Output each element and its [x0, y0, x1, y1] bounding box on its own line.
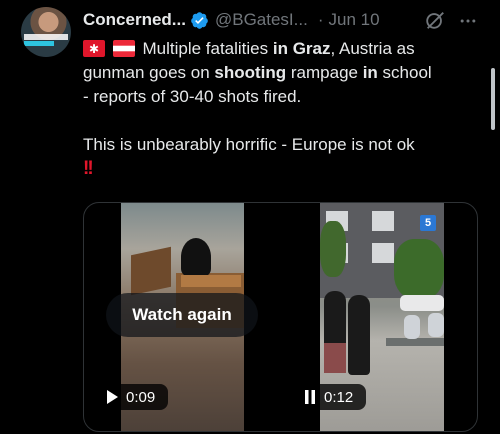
- watch-again-button[interactable]: Watch again: [106, 293, 258, 337]
- grok-icon[interactable]: [424, 9, 446, 31]
- text-line: gunman goes on shooting rampage in schoo…: [83, 61, 483, 85]
- video1-play-control[interactable]: 0:09: [98, 384, 168, 410]
- bold-text-segment[interactable]: in: [363, 63, 378, 82]
- text-segment: rampage: [286, 63, 363, 82]
- video2-pause-control[interactable]: 0:12: [296, 384, 366, 410]
- channel-badge: 5: [420, 215, 436, 231]
- media-container[interactable]: 5 Watch again 0:09 0:12: [83, 202, 478, 432]
- post-date[interactable]: Jun 10: [329, 10, 380, 30]
- double-exclamation-emoji: !!: [83, 158, 94, 179]
- austria-flag-icon: [112, 40, 135, 57]
- separator-dot: ·: [317, 10, 324, 29]
- bold-text-segment[interactable]: in Graz: [273, 39, 331, 58]
- tweet-header: Concerned... @BGatesI... · Jun 10: [83, 9, 380, 31]
- text-segment: - reports of 30-40 shots fired.: [83, 87, 302, 106]
- svg-text:✱: ✱: [89, 42, 99, 56]
- text-segment: , Austria as: [330, 39, 415, 58]
- text-line: - reports of 30-40 shots fired.: [83, 85, 483, 109]
- avatar[interactable]: [21, 7, 71, 57]
- display-name[interactable]: Concerned...: [83, 10, 186, 30]
- video1-time: 0:09: [126, 388, 156, 406]
- handle[interactable]: @BGatesI...: [215, 10, 308, 30]
- tweet-text: ✱ Multiple fatalities in Graz, Austria a…: [83, 37, 483, 181]
- text-line: ✱ Multiple fatalities in Graz, Austria a…: [83, 37, 483, 61]
- play-icon: [107, 390, 118, 404]
- pause-icon: [305, 390, 315, 404]
- text-segment: school: [377, 63, 432, 82]
- scrollbar[interactable]: [491, 68, 495, 130]
- verified-badge-icon: [191, 11, 208, 29]
- bold-text-segment[interactable]: shooting: [214, 63, 286, 82]
- text-segment: gunman goes on: [83, 63, 215, 82]
- text-segment: Multiple fatalities: [142, 39, 273, 58]
- siren-emoji-icon: ✱: [83, 40, 105, 57]
- text-paragraph: This is unbearably horrific - Europe is …: [83, 135, 415, 154]
- video2-time: 0:12: [324, 388, 354, 406]
- more-icon[interactable]: [458, 11, 478, 31]
